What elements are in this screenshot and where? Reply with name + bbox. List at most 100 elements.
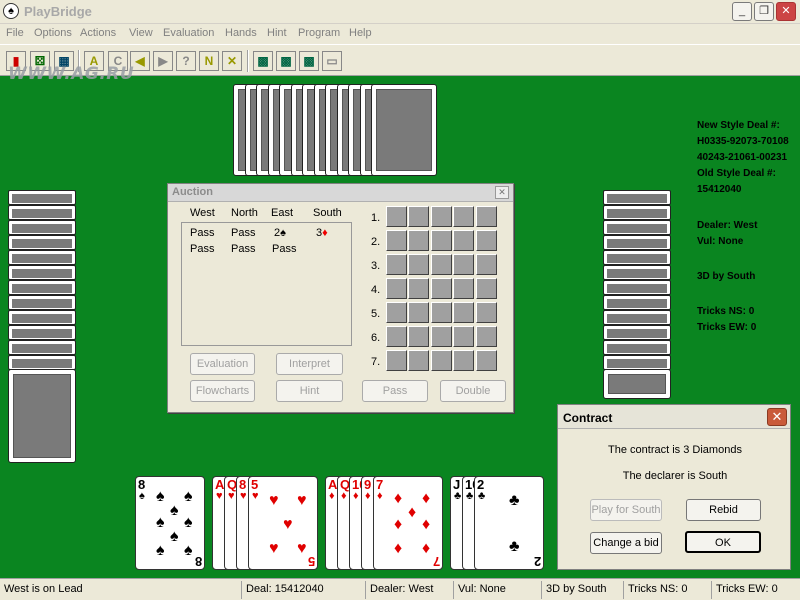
card-back xyxy=(603,280,671,295)
close-icon[interactable]: ✕ xyxy=(767,408,787,426)
watermark-logo: WWW.AG.RU xyxy=(8,64,135,84)
spade-icon: ♠ xyxy=(170,502,179,519)
bid-cell[interactable] xyxy=(475,326,497,347)
bid-cell[interactable] xyxy=(408,206,430,227)
change-bid-button[interactable]: Change a bid xyxy=(590,532,662,554)
bid-cell[interactable] xyxy=(408,278,430,299)
card-rank: 8 xyxy=(194,554,202,569)
playing-card[interactable]: 7 ♦ ♦ ♦ ♦ ♦ ♦ ♦ ♦ 7 xyxy=(373,476,443,570)
bid-cell[interactable] xyxy=(430,302,452,323)
bid-cell[interactable] xyxy=(453,278,475,299)
bid-cell[interactable] xyxy=(408,254,430,275)
tricks-ns-info: Tricks NS: 0 xyxy=(697,306,755,317)
menu-actions[interactable]: Actions xyxy=(80,27,116,39)
heart-icon: ♥ xyxy=(240,490,247,502)
rebid-button[interactable]: Rebid xyxy=(686,499,761,521)
club-icon: ♣ xyxy=(509,538,520,555)
status-deal: Deal: 15412040 xyxy=(241,581,365,599)
bid-cell[interactable] xyxy=(430,350,452,371)
hint-button[interactable]: Hint xyxy=(276,380,343,402)
bid-cell[interactable] xyxy=(475,206,497,227)
bid-cell[interactable] xyxy=(475,230,497,251)
double-button[interactable]: Double xyxy=(440,380,506,402)
heart-icon: ♥ xyxy=(269,492,279,509)
bid-cell[interactable] xyxy=(386,350,407,371)
flowcharts-button[interactable]: Flowcharts xyxy=(190,380,255,402)
hand3-icon[interactable]: ▩ xyxy=(299,51,319,71)
bid-cell[interactable] xyxy=(430,230,452,251)
bid-cell[interactable] xyxy=(386,254,407,275)
bid-cell[interactable] xyxy=(453,206,475,227)
hand4-icon[interactable]: ▭ xyxy=(322,51,342,71)
bid-cell[interactable] xyxy=(453,326,475,347)
bid-cell[interactable] xyxy=(408,326,430,347)
close-icon[interactable]: ✕ xyxy=(776,2,796,21)
card-back xyxy=(603,355,671,370)
bid-cell[interactable] xyxy=(475,350,497,371)
bid-cell[interactable] xyxy=(386,326,407,347)
bid-cell[interactable] xyxy=(430,326,452,347)
heart-icon: ♥ xyxy=(297,540,307,557)
spade-app-icon[interactable]: ♠ xyxy=(3,3,19,19)
maximize-icon[interactable]: ❐ xyxy=(754,2,774,21)
bid-cell[interactable] xyxy=(453,302,475,323)
menu-program[interactable]: Program xyxy=(298,27,340,39)
bid-cell[interactable] xyxy=(386,230,407,251)
menu-view[interactable]: View xyxy=(129,27,153,39)
bid-cell[interactable] xyxy=(386,206,407,227)
club-icon: ♣ xyxy=(466,490,474,502)
forward-arrow-icon[interactable]: ▶ xyxy=(153,51,173,71)
hand1-icon[interactable]: ▩ xyxy=(253,51,273,71)
cross-icon[interactable]: ✕ xyxy=(222,51,242,71)
status-bar: West is on Lead Deal: 15412040 Dealer: W… xyxy=(0,578,800,600)
bid-cell[interactable] xyxy=(453,350,475,371)
playing-card[interactable]: 5 ♥ ♥ ♥ ♥ ♥ ♥ 5 xyxy=(248,476,318,570)
evaluation-button[interactable]: Evaluation xyxy=(190,353,255,375)
card-back xyxy=(603,295,671,310)
playing-card[interactable]: 2 ♣ ♣ ♣ 2 xyxy=(474,476,544,570)
menu-hands[interactable]: Hands xyxy=(225,27,257,39)
pass-button[interactable]: Pass xyxy=(362,380,428,402)
diamond-icon: ♦ xyxy=(394,516,403,533)
menu-help[interactable]: Help xyxy=(349,27,372,39)
menu-file[interactable]: File xyxy=(6,27,24,39)
bid-west-2: Pass xyxy=(190,243,215,255)
diamond-icon: ♦ xyxy=(422,490,431,507)
status-tricks-ns: Tricks NS: 0 xyxy=(623,581,711,599)
bid-cell[interactable] xyxy=(408,230,430,251)
bid-cell[interactable] xyxy=(475,302,497,323)
hand2-icon[interactable]: ▩ xyxy=(276,51,296,71)
minimize-icon[interactable]: _ xyxy=(732,2,752,21)
bid-level-label: 7. xyxy=(371,356,381,368)
bid-cell[interactable] xyxy=(386,278,407,299)
contract-info: 3D by South xyxy=(697,271,756,282)
ok-button[interactable]: OK xyxy=(685,531,761,553)
bid-cell[interactable] xyxy=(475,254,497,275)
bid-cell[interactable] xyxy=(453,254,475,275)
bid-cell[interactable] xyxy=(453,230,475,251)
menu-hint[interactable]: Hint xyxy=(267,27,287,39)
playing-card[interactable]: 8 ♠ ♠ ♠ ♠ ♠ ♠ ♠ ♠ ♠ 8 xyxy=(135,476,205,570)
menu-bar: File Options Actions View Evaluation Han… xyxy=(0,24,800,44)
play-for-south-button[interactable]: Play for South xyxy=(590,499,662,521)
bid-south-1: 3♦ xyxy=(316,227,328,239)
bid-level-label: 6. xyxy=(371,332,381,344)
menu-evaluation[interactable]: Evaluation xyxy=(163,27,214,39)
n-icon[interactable]: N xyxy=(199,51,219,71)
bid-cell[interactable] xyxy=(408,302,430,323)
bid-cell[interactable] xyxy=(430,254,452,275)
diamond-icon: ♦ xyxy=(322,227,328,239)
bid-cell[interactable] xyxy=(430,278,452,299)
close-icon[interactable]: ✕ xyxy=(495,186,509,199)
auction-title-bar: Auction ✕ xyxy=(168,184,513,202)
bid-cell[interactable] xyxy=(475,278,497,299)
header-west: West xyxy=(190,207,215,219)
interpret-button[interactable]: Interpret xyxy=(276,353,343,375)
bid-cell[interactable] xyxy=(430,206,452,227)
menu-options[interactable]: Options xyxy=(34,27,72,39)
contract-title: Contract xyxy=(563,411,613,425)
heart-icon: ♥ xyxy=(283,516,293,533)
bid-cell[interactable] xyxy=(408,350,430,371)
question-icon[interactable]: ? xyxy=(176,51,196,71)
bid-cell[interactable] xyxy=(386,302,407,323)
